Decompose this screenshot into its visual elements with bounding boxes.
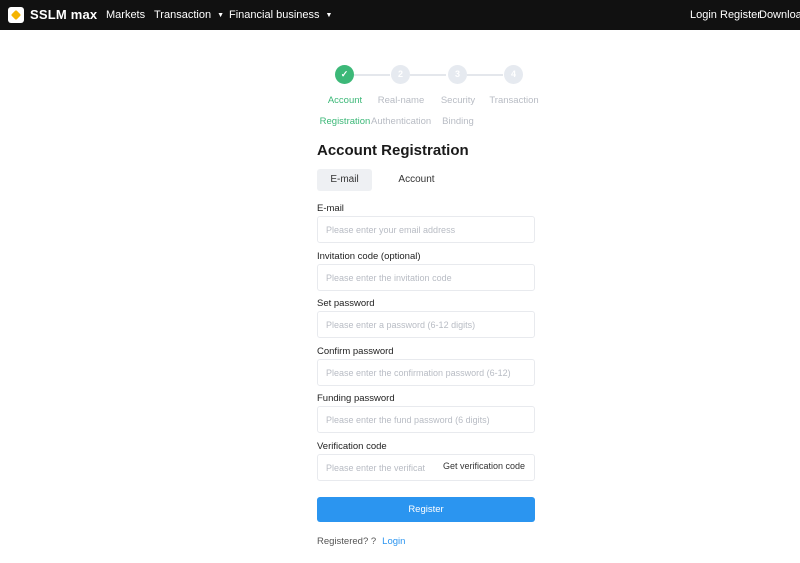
set-password-input[interactable] [317,311,535,338]
step-2-label-line2: Authentication [371,116,432,127]
registered-text: Registered? ? [317,536,377,547]
email-input[interactable] [317,216,535,243]
page-title: Account Registration [317,142,469,159]
nav-transaction-label: Transaction [154,9,212,21]
top-navigation-bar: SSLM max Markets Transaction ▼ Financial … [0,0,800,30]
step-connector [467,74,503,76]
funding-password-label: Funding password [317,393,395,404]
nav-markets[interactable]: Markets [106,9,145,21]
step-3-label: Security Binding [428,90,488,132]
caret-down-icon: ▼ [325,12,333,19]
step-3-circle: 3 [448,65,467,84]
step-connector [410,74,446,76]
step-connector [354,74,390,76]
nav-download[interactable]: Download [759,9,800,21]
verification-code-label: Verification code [317,441,387,452]
nav-financial-business-label: Financial business [229,9,320,21]
step-4-circle: 4 [504,65,523,84]
confirm-password-label: Confirm password [317,346,394,357]
step-4-label-line1: Transaction [489,95,539,106]
registration-stepper: ✓ 2 3 4 Account Registration Real-name Aut… [317,64,547,127]
tab-email[interactable]: E-mail [317,169,372,191]
nav-markets-label: Markets [106,9,146,21]
tab-account[interactable]: Account [389,169,444,191]
invitation-code-label: Invitation code (optional) [317,251,421,262]
email-label: E-mail [317,203,344,214]
step-3-label-line2: Binding [442,116,474,127]
funding-password-input[interactable] [317,406,535,433]
step-2-label-line1: Real-name [377,95,425,106]
nav-transaction[interactable]: Transaction ▼ [154,9,224,21]
step-1-check-icon: ✓ [335,65,354,84]
invitation-code-input[interactable] [317,264,535,291]
caret-down-icon: ▼ [217,12,224,19]
nav-financial-business[interactable]: Financial business ▼ [229,9,332,21]
step-1-label-line1: Account [327,95,363,106]
step-1-label: Account Registration [315,90,375,132]
step-1-label-line2: Registration [319,116,371,127]
get-verification-code-button[interactable]: Get verification code [436,461,532,475]
set-password-label: Set password [317,298,375,309]
step-3-label-line1: Security [440,95,476,106]
registered-prompt: Registered? ? Login [317,536,405,547]
confirm-password-input[interactable] [317,359,535,386]
brand-name[interactable]: SSLM max [30,7,97,22]
step-2-label: Real-name Authentication [371,90,431,132]
register-button[interactable]: Register [317,497,535,522]
login-link[interactable]: Login [382,536,405,547]
nav-register[interactable]: Register [720,9,761,21]
nav-login[interactable]: Login [690,9,717,21]
brand-logo-icon[interactable] [8,7,24,23]
step-2-circle: 2 [391,65,410,84]
step-4-label: Transaction [484,90,544,111]
